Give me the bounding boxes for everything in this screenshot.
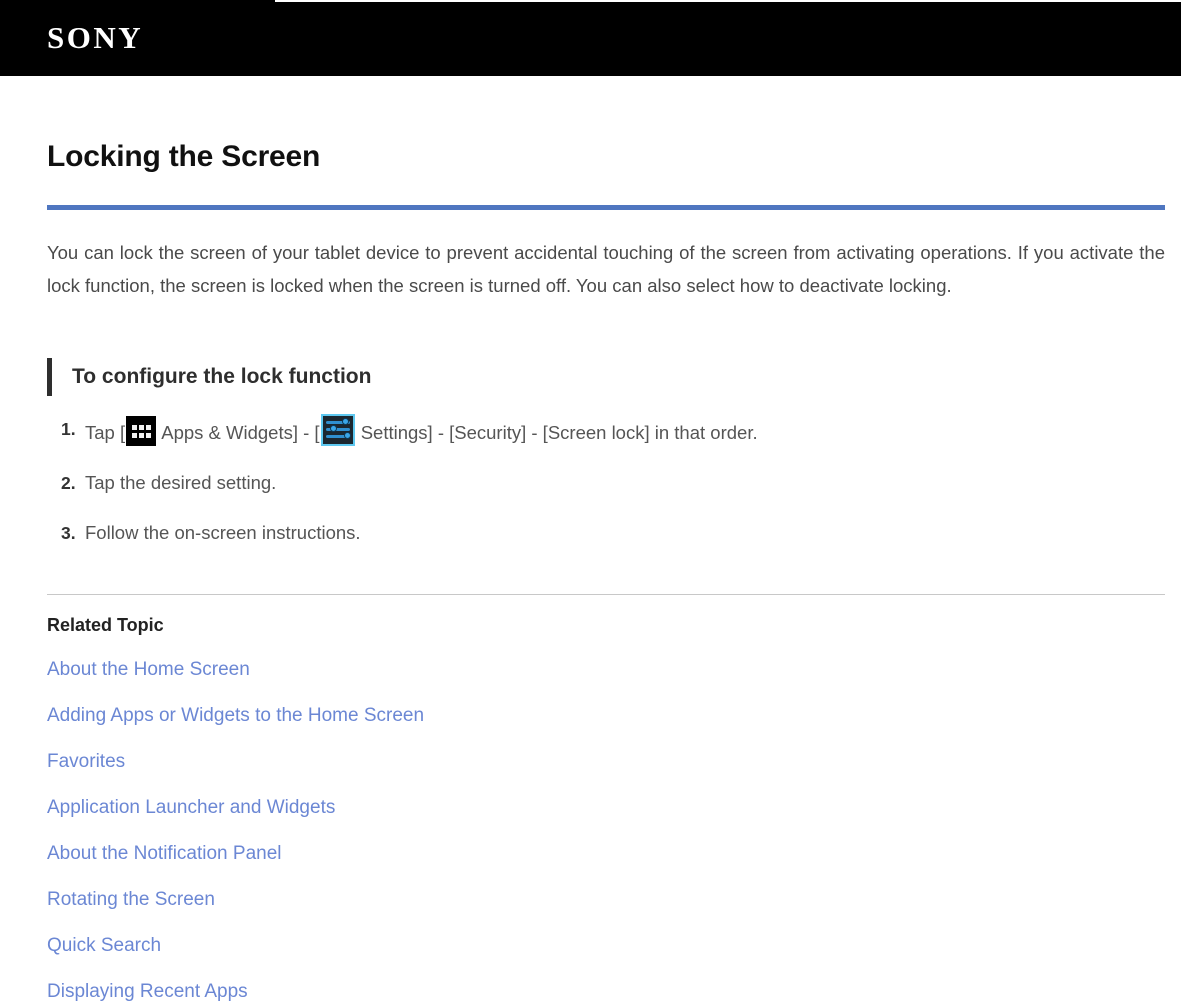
step-text: Follow the on-screen instructions. bbox=[85, 522, 361, 543]
list-item: Adding Apps or Widgets to the Home Scree… bbox=[47, 704, 1165, 728]
related-link-application-launcher-and-widgets[interactable]: Application Launcher and Widgets bbox=[47, 796, 335, 820]
header-top-hairline bbox=[275, 0, 1181, 2]
related-link-about-the-home-screen[interactable]: About the Home Screen bbox=[47, 658, 250, 682]
related-topic-heading: Related Topic bbox=[47, 615, 164, 635]
list-item: Displaying Recent Apps bbox=[47, 980, 1165, 1004]
site-header: SONY bbox=[0, 0, 1181, 76]
list-item: Rotating the Screen bbox=[47, 888, 1165, 912]
section-title: To configure the lock function bbox=[72, 365, 372, 388]
related-topic-list: About the Home Screen Adding Apps or Wid… bbox=[47, 658, 1165, 1004]
step-text-segment: Apps & Widgets] - [ bbox=[157, 422, 320, 443]
related-link-displaying-recent-apps[interactable]: Displaying Recent Apps bbox=[47, 980, 248, 1004]
list-item: 2. Tap the desired setting. bbox=[47, 468, 1165, 498]
related-link-adding-apps-or-widgets[interactable]: Adding Apps or Widgets to the Home Scree… bbox=[47, 704, 424, 728]
list-item: Application Launcher and Widgets bbox=[47, 796, 1165, 820]
step-text: Tap the desired setting. bbox=[85, 472, 277, 493]
related-link-favorites[interactable]: Favorites bbox=[47, 750, 125, 774]
related-link-rotating-the-screen[interactable]: Rotating the Screen bbox=[47, 888, 215, 912]
step-number: 3. bbox=[61, 523, 76, 543]
sony-logo[interactable]: SONY bbox=[47, 19, 143, 57]
step-text-segment: Settings] - [Security] - [Screen lock] i… bbox=[355, 422, 758, 443]
content-column: Locking the Screen You can lock the scre… bbox=[47, 76, 1165, 1004]
list-item: Favorites bbox=[47, 750, 1165, 774]
apps-grid-icon bbox=[126, 416, 157, 446]
section-heading: To configure the lock function bbox=[47, 358, 1165, 396]
page-container: Locking the Screen You can lock the scre… bbox=[0, 76, 1181, 1004]
steps-list: 1. Tap [ Apps & Widgets] - [ Settings] -… bbox=[47, 414, 1165, 548]
related-link-quick-search[interactable]: Quick Search bbox=[47, 934, 161, 958]
related-link-about-the-notification-panel[interactable]: About the Notification Panel bbox=[47, 842, 282, 866]
list-item: About the Home Screen bbox=[47, 658, 1165, 682]
list-item: Quick Search bbox=[47, 934, 1165, 958]
step-text-segment: Tap [ bbox=[85, 422, 126, 443]
list-item: 1. Tap [ Apps & Widgets] - [ Settings] -… bbox=[47, 414, 1165, 448]
step-number: 1. bbox=[61, 419, 76, 439]
list-item: About the Notification Panel bbox=[47, 842, 1165, 866]
settings-sliders-icon bbox=[320, 414, 355, 446]
step-number: 2. bbox=[61, 473, 76, 493]
intro-paragraph: You can lock the screen of your tablet d… bbox=[47, 242, 1165, 296]
step-text: Tap [ Apps & Widgets] - [ Settings] - [S… bbox=[85, 414, 1165, 448]
page-title: Locking the Screen bbox=[47, 140, 321, 173]
list-item: 3. Follow the on-screen instructions. bbox=[47, 518, 1165, 548]
